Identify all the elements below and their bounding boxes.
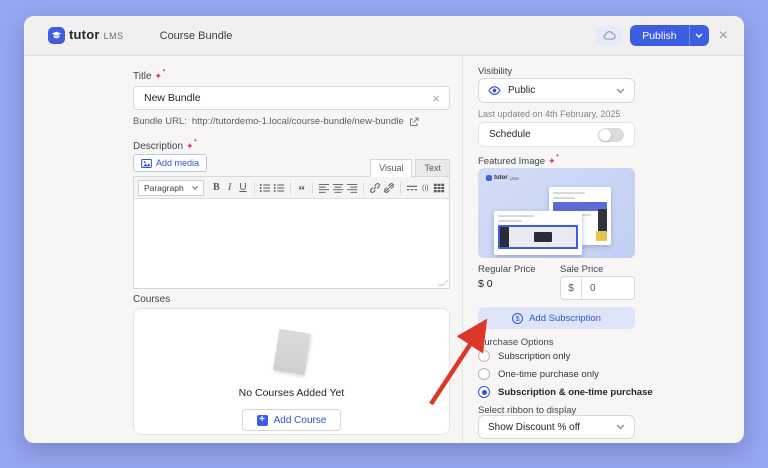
bundle-url-line: Bundle URL: http://tutordemo-1.local/cou…: [133, 116, 419, 127]
link-button[interactable]: [369, 180, 381, 196]
visibility-select[interactable]: Public: [478, 78, 635, 103]
description-textarea[interactable]: [134, 199, 449, 289]
currency-symbol: $: [561, 277, 582, 299]
toolbar-divider: [400, 182, 401, 194]
toolbar-divider: [290, 182, 291, 194]
toolbar-divider: [363, 182, 364, 194]
regular-price-label: Regular Price: [478, 264, 536, 275]
editor-toolbar: Paragraph B I U “: [134, 177, 449, 199]
courses-empty-box: No Courses Added Yet + Add Course: [133, 308, 450, 435]
align-right-button[interactable]: [346, 180, 358, 196]
title-input[interactable]: [134, 92, 432, 104]
title-label: Title✦: [133, 71, 162, 82]
edit-url-icon[interactable]: [409, 117, 419, 127]
caret-down-icon: [192, 186, 198, 190]
editor-mode-tabs: Visual Text: [133, 159, 450, 177]
ai-sparkle-icon[interactable]: ✦: [155, 71, 163, 81]
courses-label: Courses: [133, 294, 170, 305]
save-draft-cloud-button[interactable]: [596, 26, 622, 46]
toolbar-divider: [312, 182, 313, 194]
radio-subscription-and-one-time[interactable]: Subscription & one-time purchase: [478, 386, 653, 398]
ai-sparkle-icon[interactable]: ✦: [186, 141, 194, 151]
chevron-down-icon: [616, 88, 625, 94]
bullet-list-button[interactable]: [259, 180, 271, 196]
last-updated-text: Last updated on 4th February, 2025: [478, 109, 620, 119]
schedule-row: Schedule: [478, 122, 635, 147]
add-subscription-button[interactable]: $ Add Subscription: [478, 307, 635, 329]
toolbar-toggle-button[interactable]: [433, 180, 445, 196]
featured-image-label: Featured Image✦: [478, 156, 556, 167]
column-divider: [462, 56, 463, 443]
tab-visual[interactable]: Visual: [370, 159, 412, 177]
code-button[interactable]: (i): [420, 180, 431, 196]
ribbon-value: Show Discount % off: [488, 422, 609, 433]
header-actions: Publish ×: [596, 25, 730, 46]
publish-split-button: Publish: [630, 25, 708, 46]
desktop-background: tutor LMS Course Bundle Publish × Title✦: [0, 0, 768, 468]
tutor-lms-logo: tutor LMS: [48, 27, 124, 44]
toolbar-divider: [254, 182, 255, 194]
clear-title-icon[interactable]: ×: [432, 91, 440, 106]
schedule-toggle[interactable]: [598, 128, 624, 142]
blockquote-button[interactable]: “: [296, 180, 307, 196]
mockup-window-front: [494, 211, 582, 255]
italic-button[interactable]: I: [224, 180, 235, 196]
toggle-knob: [599, 129, 611, 141]
close-icon[interactable]: ×: [717, 28, 730, 44]
chevron-down-icon: [695, 33, 703, 38]
sale-price-input[interactable]: [582, 277, 634, 299]
description-label: Description✦: [133, 141, 194, 152]
courses-empty-text: No Courses Added Yet: [239, 387, 345, 399]
add-course-button[interactable]: + Add Course: [242, 409, 342, 431]
paragraph-format-select[interactable]: Paragraph: [138, 180, 204, 196]
align-center-button[interactable]: [332, 180, 344, 196]
sale-price-label: Sale Price: [560, 264, 603, 275]
publish-button[interactable]: Publish: [630, 25, 688, 46]
title-field-wrap: ×: [133, 86, 450, 110]
read-more-button[interactable]: [406, 180, 418, 196]
radio-one-time-only[interactable]: One-time purchase only: [478, 368, 599, 380]
course-bundle-window: tutor LMS Course Bundle Publish × Title✦: [24, 16, 744, 443]
publish-dropdown-button[interactable]: [689, 25, 709, 46]
tutor-logo-icon: [48, 27, 65, 44]
brand-name: tutor: [69, 27, 100, 42]
tab-text[interactable]: Text: [415, 159, 450, 177]
tutor-logo-icon: [486, 175, 492, 181]
regular-price-value: $ 0: [478, 278, 493, 290]
visibility-value: Public: [508, 85, 609, 96]
bold-button[interactable]: B: [211, 180, 222, 196]
brand-suffix: LMS: [104, 31, 124, 41]
featured-image-logo: tutor LMS: [486, 175, 519, 181]
description-editor: Paragraph B I U “: [133, 176, 450, 289]
schedule-label: Schedule: [489, 129, 598, 140]
bundle-url-label: Bundle URL:: [133, 116, 187, 127]
radio-icon: [478, 368, 490, 380]
radio-subscription-only[interactable]: Subscription only: [478, 350, 570, 362]
radio-icon: [478, 350, 490, 362]
plus-icon: +: [257, 415, 268, 426]
radio-checked-icon: [478, 386, 490, 398]
page-title: Course Bundle: [160, 30, 233, 42]
numbered-list-button[interactable]: [273, 180, 285, 196]
eye-icon: [488, 85, 501, 96]
purchase-options-label: Purchase Options: [478, 337, 554, 348]
ai-sparkle-icon[interactable]: ✦: [548, 156, 556, 166]
align-left-button[interactable]: [318, 180, 330, 196]
featured-image[interactable]: tutor LMS: [478, 168, 635, 258]
sale-price-field: $: [560, 276, 635, 300]
chevron-down-icon: [616, 424, 625, 430]
empty-state-illustration: [272, 329, 310, 375]
window-header: tutor LMS Course Bundle Publish ×: [24, 16, 744, 56]
cloud-icon: [602, 30, 616, 41]
dollar-circle-icon: $: [512, 313, 523, 324]
underline-button[interactable]: U: [237, 180, 248, 196]
visibility-label: Visibility: [478, 66, 512, 77]
bundle-url-value: http://tutordemo-1.local/course-bundle/n…: [192, 116, 404, 127]
unlink-button[interactable]: [383, 180, 395, 196]
resize-handle[interactable]: [437, 280, 448, 286]
ribbon-select[interactable]: Show Discount % off: [478, 415, 635, 439]
